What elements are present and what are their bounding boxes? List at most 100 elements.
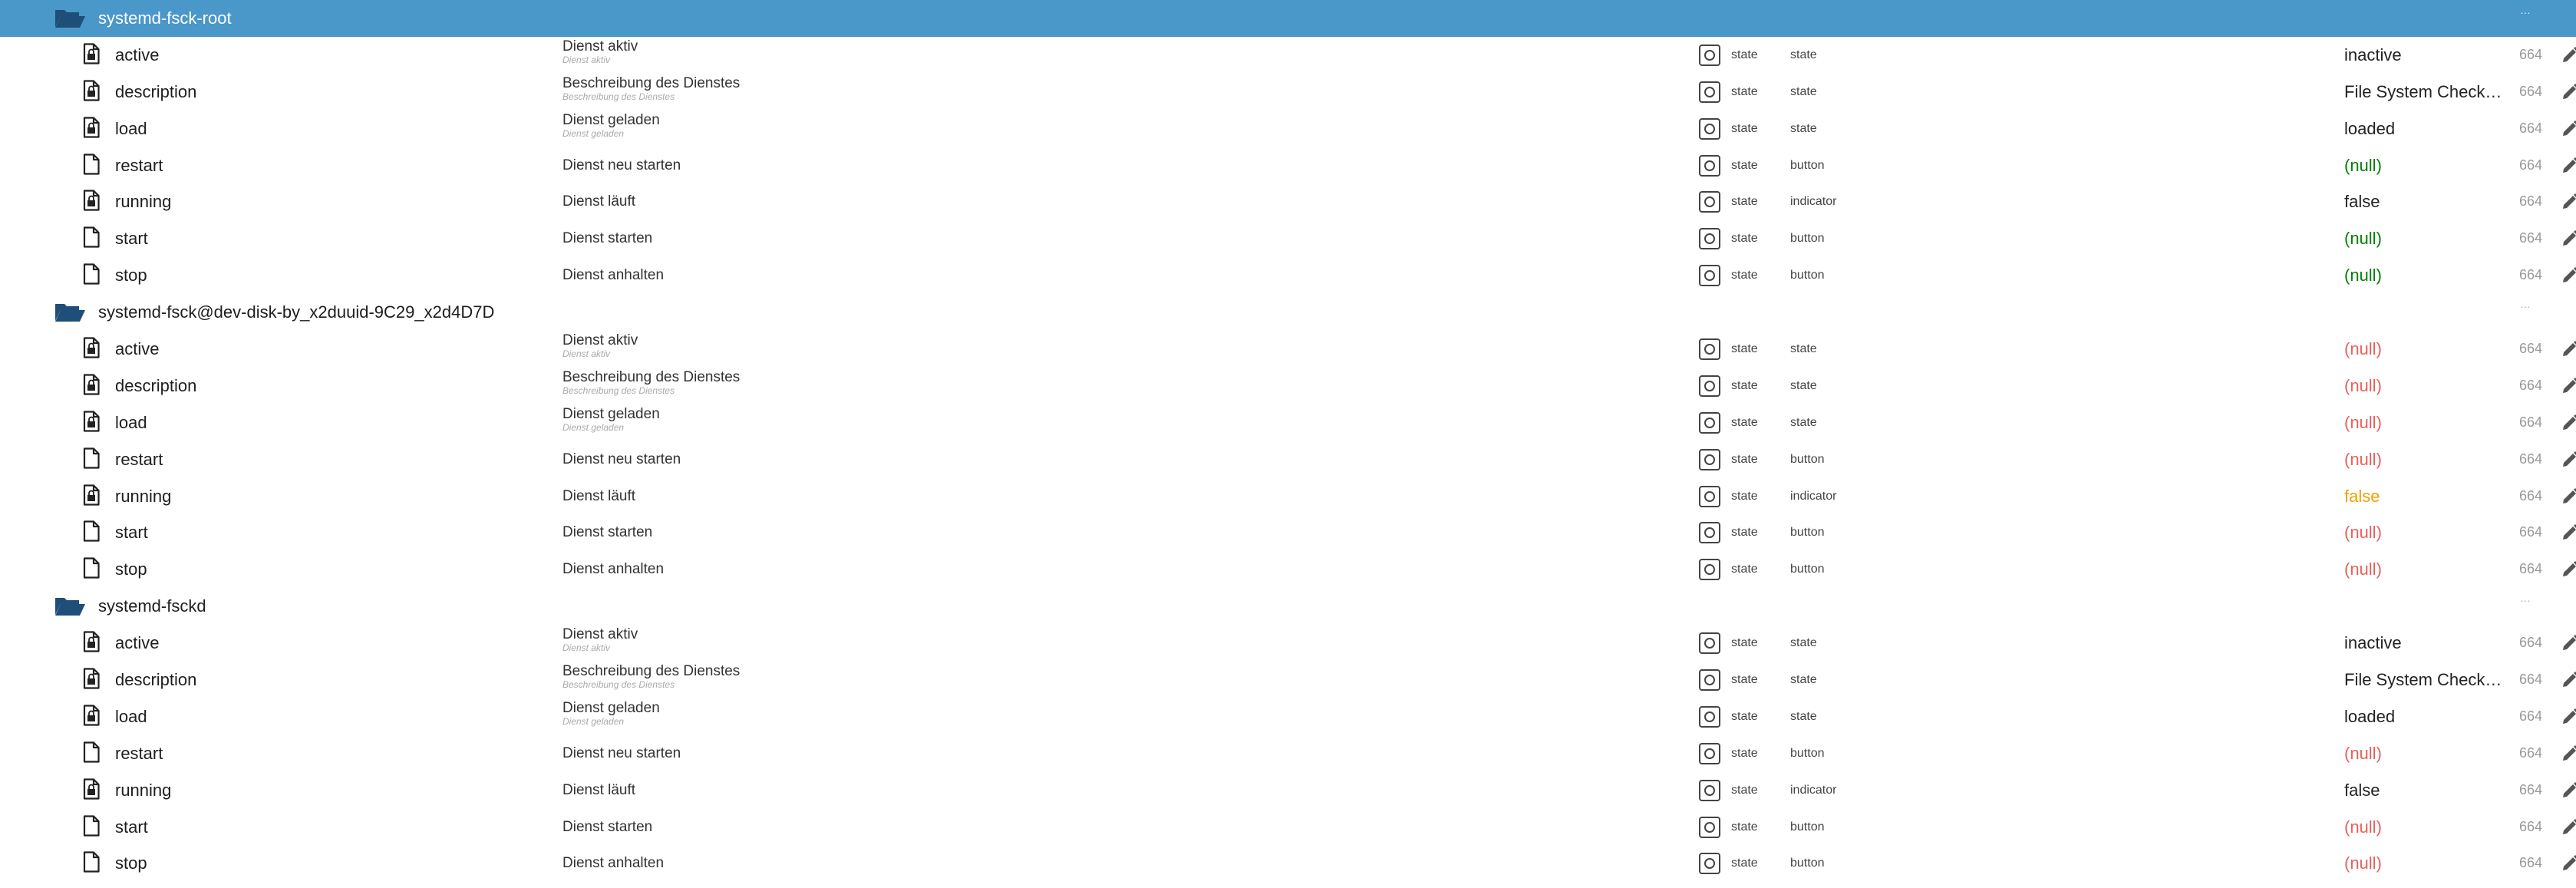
more-dots[interactable]: … <box>2520 294 2531 314</box>
state-row[interactable]: load Dienst geladen Dienst geladen state sta… <box>0 698 2576 735</box>
state-row[interactable]: active Dienst aktiv Dienst aktiv state state… <box>0 37 2576 74</box>
state-value[interactable]: (null) <box>2344 735 2505 772</box>
edit-pencil-icon[interactable] <box>2561 157 2576 175</box>
more-dots[interactable]: … <box>2520 588 2531 608</box>
description-text: Dienst geladen <box>562 405 660 422</box>
state-value[interactable]: false <box>2344 183 2505 220</box>
state-value[interactable]: (null) <box>2344 368 2505 404</box>
object-role: button <box>1790 452 1825 466</box>
state-description: Dienst neu starten <box>562 735 681 772</box>
edit-pencil-icon[interactable] <box>2561 46 2576 64</box>
edit-pencil-icon[interactable] <box>2561 229 2576 248</box>
description-subtext: Dienst aktiv <box>562 348 611 360</box>
state-value[interactable]: (null) <box>2344 845 2505 882</box>
state-value[interactable]: loaded <box>2344 111 2505 147</box>
more-dots[interactable]: … <box>2520 0 2531 20</box>
state-row[interactable]: active Dienst aktiv Dienst aktiv state state… <box>0 331 2576 368</box>
acl-value: 664 <box>2519 451 2543 467</box>
state-row[interactable]: running Dienst läuft state indicator false 66… <box>0 772 2576 809</box>
state-value[interactable]: (null) <box>2344 147 2505 184</box>
description-text: Dienst anhalten <box>562 855 665 872</box>
state-description: Dienst geladen Dienst geladen <box>562 700 660 726</box>
state-type-icon <box>1699 117 1720 140</box>
state-value[interactable]: (null) <box>2344 257 2505 294</box>
edit-pencil-icon[interactable] <box>2561 487 2576 506</box>
description-text: Dienst läuft <box>562 781 636 798</box>
edit-pencil-icon[interactable] <box>2561 340 2576 358</box>
object-type: state <box>1731 709 1758 723</box>
state-row[interactable]: description Beschreibung des Dienstes Besc… <box>0 662 2576 698</box>
file-locked-icon <box>83 337 100 358</box>
state-name: load <box>115 706 147 726</box>
edit-pencil-icon[interactable] <box>2561 818 2576 837</box>
state-value[interactable]: (null) <box>2344 551 2505 588</box>
state-value[interactable]: loaded <box>2344 698 2505 735</box>
edit-pencil-icon[interactable] <box>2561 266 2576 285</box>
state-row[interactable]: load Dienst geladen Dienst geladen state sta… <box>0 111 2576 147</box>
state-row[interactable]: stop Dienst anhalten state button (null) 664 <box>0 257 2576 294</box>
edit-pencil-icon[interactable] <box>2561 451 2576 469</box>
state-row[interactable]: start Dienst starten state button (null) 664 <box>0 809 2576 846</box>
folder-row[interactable]: systemd-fsck@dev-disk-by_x2duuid-9C29_x2… <box>0 294 2576 331</box>
state-name: start <box>115 523 148 543</box>
state-name: active <box>115 633 160 653</box>
state-row[interactable]: running Dienst läuft state indicator false 66… <box>0 478 2576 515</box>
description-text: Dienst läuft <box>562 487 636 504</box>
state-value[interactable]: (null) <box>2344 404 2505 441</box>
folder-row[interactable]: systemd-fsck-root… <box>0 0 2576 37</box>
state-row[interactable]: restart Dienst neu starten state button (nul… <box>0 735 2576 772</box>
state-value[interactable]: (null) <box>2344 514 2505 551</box>
edit-pencil-icon[interactable] <box>2561 671 2576 689</box>
folder-open-icon[interactable] <box>54 596 86 617</box>
state-row[interactable]: restart Dienst neu starten state button (nul… <box>0 441 2576 478</box>
edit-pencil-icon[interactable] <box>2561 377 2576 395</box>
state-row[interactable]: start Dienst starten state button (null) 664 <box>0 220 2576 257</box>
state-row[interactable]: load Dienst geladen Dienst geladen state sta… <box>0 404 2576 441</box>
edit-pencil-icon[interactable] <box>2561 193 2576 211</box>
edit-pencil-icon[interactable] <box>2561 708 2576 726</box>
state-value[interactable]: false <box>2344 772 2505 809</box>
state-value[interactable]: inactive <box>2344 37 2505 74</box>
state-row[interactable]: active Dienst aktiv Dienst aktiv state state… <box>0 625 2576 662</box>
description-text: Dienst geladen <box>562 699 660 716</box>
state-row[interactable]: running Dienst läuft state indicator false 66… <box>0 183 2576 220</box>
edit-pencil-icon[interactable] <box>2561 744 2576 763</box>
folder-row[interactable]: systemd-fsckd… <box>0 588 2576 625</box>
edit-pencil-icon[interactable] <box>2561 120 2576 138</box>
edit-pencil-icon[interactable] <box>2561 523 2576 542</box>
state-row[interactable]: stop Dienst anhalten state button (null) 664 <box>0 551 2576 588</box>
state-value[interactable]: (null) <box>2344 441 2505 478</box>
state-value[interactable]: (null) <box>2344 331 2505 368</box>
state-row[interactable]: restart Dienst neu starten state button (nul… <box>0 147 2576 184</box>
description-subtext: Beschreibung des Dienstes <box>562 385 675 396</box>
file-locked-icon <box>83 778 100 800</box>
state-row[interactable]: description Beschreibung des Dienstes Besc… <box>0 368 2576 404</box>
object-role: state <box>1790 673 1817 687</box>
edit-pencil-icon[interactable] <box>2561 560 2576 579</box>
object-type: state <box>1731 158 1758 172</box>
object-role: state <box>1790 121 1817 135</box>
state-row[interactable]: stop Dienst anhalten state button (null) 664 <box>0 845 2576 882</box>
state-row[interactable]: description Beschreibung des Dienstes Besc… <box>0 74 2576 111</box>
state-value[interactable]: File System Check… <box>2344 74 2505 111</box>
folder-open-icon[interactable] <box>54 8 86 29</box>
acl-value: 664 <box>2519 635 2543 651</box>
state-type-icon <box>1699 705 1720 728</box>
state-type-icon <box>1699 375 1720 397</box>
state-value[interactable]: File System Check… <box>2344 662 2505 698</box>
state-name: stop <box>115 853 147 873</box>
description-text: Dienst neu starten <box>562 157 681 173</box>
edit-pencil-icon[interactable] <box>2561 83 2576 101</box>
edit-pencil-icon[interactable] <box>2561 414 2576 432</box>
edit-pencil-icon[interactable] <box>2561 781 2576 800</box>
state-value[interactable]: false <box>2344 478 2505 515</box>
state-row[interactable]: start Dienst starten state button (null) 664 <box>0 514 2576 551</box>
object-role: state <box>1790 415 1817 429</box>
state-value[interactable]: (null) <box>2344 809 2505 846</box>
state-value[interactable]: inactive <box>2344 625 2505 662</box>
state-value[interactable]: (null) <box>2344 220 2505 257</box>
folder-open-icon[interactable] <box>54 302 86 323</box>
edit-pencil-icon[interactable] <box>2561 634 2576 652</box>
edit-pencil-icon[interactable] <box>2561 854 2576 873</box>
description-text: Dienst anhalten <box>562 267 665 284</box>
